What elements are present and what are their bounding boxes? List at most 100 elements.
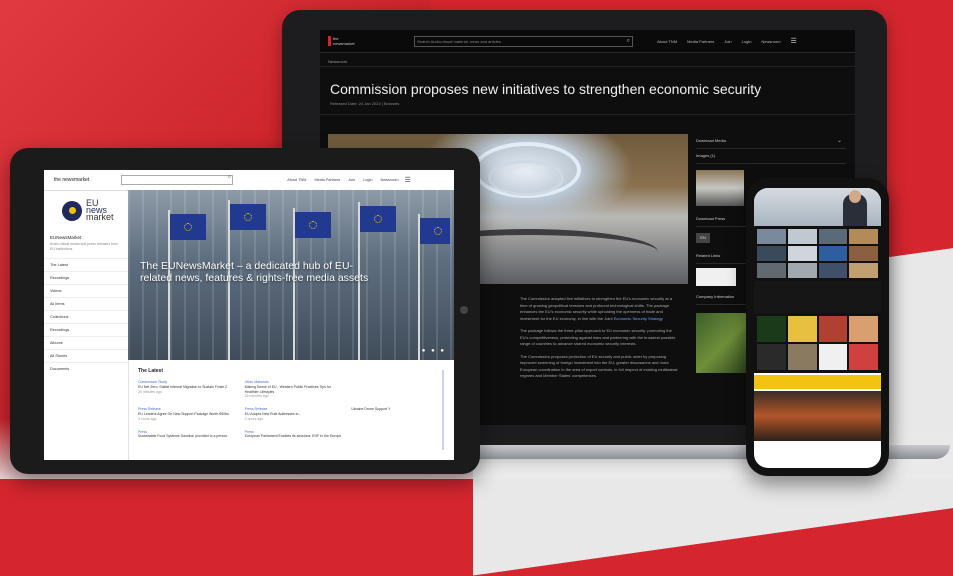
sidebar-item[interactable]: Collections — [44, 310, 128, 323]
video-thumbnail[interactable] — [818, 246, 848, 261]
nav-item-newsroom[interactable]: Newsroom — [380, 178, 398, 182]
latest-news-section: The Latest Commission Study EU Net Zero: … — [138, 368, 448, 439]
phone-video-preview[interactable] — [754, 391, 881, 441]
news-item[interactable]: Other Materials Making Sense of EU - West… — [245, 380, 342, 399]
nav-item-newsroom[interactable]: Newsroom — [761, 39, 780, 44]
story-thumbnail[interactable] — [787, 344, 817, 370]
news-item[interactable]: Press Release EU Leaders Agree On New Sup… — [138, 407, 235, 421]
phone-thumbnail-grid — [754, 226, 881, 281]
video-thumbnail[interactable] — [849, 263, 878, 278]
sidebar-item[interactable]: Albums — [44, 336, 128, 349]
phone-story-grid — [754, 313, 881, 373]
search-input[interactable]: Search Audio-visual material, news and a… — [414, 35, 633, 47]
brand-logo[interactable]: the newsmarket — [328, 36, 359, 46]
hamburger-menu-icon[interactable]: ☰ — [405, 176, 411, 184]
strategy-link[interactable]: Economic Security Strategy — [614, 316, 663, 321]
story-thumbnail[interactable] — [818, 316, 848, 342]
scrollbar[interactable] — [442, 370, 444, 450]
sidebar-item[interactable]: All Items — [44, 297, 128, 310]
sidebar-item[interactable]: The Latest — [44, 258, 128, 271]
latest-news-grid: Commission Study EU Net Zero: Stable Inte… — [138, 380, 448, 439]
sidebar-item[interactable]: All Stories — [44, 349, 128, 362]
video-thumbnail[interactable] — [757, 263, 786, 278]
top-nav: About TNM Media Partners Join Login News… — [287, 178, 398, 182]
story-thumbnail[interactable] — [849, 316, 878, 342]
nav-item-about[interactable]: About TNM — [657, 39, 677, 44]
tablet-home-button — [460, 306, 468, 314]
eu-flag-shape — [230, 204, 266, 230]
media-thumbnail[interactable] — [696, 170, 744, 206]
hero-banner[interactable]: The EUNewsMarket – a dedicated hub of EU… — [128, 190, 454, 360]
download-media-toggle[interactable]: Download Media ⌄ — [696, 134, 846, 149]
images-count[interactable]: Images (1) — [696, 149, 846, 164]
video-thumbnail[interactable] — [818, 263, 848, 278]
load-more-button[interactable] — [754, 375, 881, 389]
news-time: 3 hours ago — [244, 416, 264, 421]
nav-item-media-partners[interactable]: Media Partners — [314, 178, 340, 182]
news-item[interactable]: Ukraine Drone Support Y — [351, 407, 448, 421]
brand-logo[interactable]: the newsmarket — [54, 177, 89, 183]
carousel-dots-icon[interactable]: ● ● ● — [422, 348, 446, 354]
video-thumbnail[interactable] — [757, 229, 786, 244]
news-headline: EU Net Zero: Stable Internal Migration t… — [138, 384, 228, 389]
sidebar-item[interactable]: Recordings — [44, 271, 128, 284]
nav-item-media-partners[interactable]: Media Partners — [687, 39, 714, 44]
video-thumbnail[interactable] — [818, 229, 848, 244]
video-thumbnail[interactable] — [849, 246, 878, 261]
eu-flag-shape — [295, 212, 331, 238]
news-item[interactable]: Press Sustainable Food Systems Sanction p… — [138, 430, 235, 440]
eu-flag-shape — [170, 214, 206, 240]
nav-item-about[interactable]: About TNM — [287, 178, 306, 182]
news-headline: Making Sense of EU - Western Public Prac… — [244, 384, 331, 394]
search-icon[interactable]: ⌕ — [627, 37, 630, 46]
nav-item-login[interactable]: Login — [742, 39, 752, 44]
article-body: The Commission adopted five initiatives … — [520, 292, 680, 386]
news-time: 3 hours ago — [138, 416, 157, 421]
video-thumbnail[interactable] — [849, 229, 878, 244]
news-time: 25 minutes ago — [138, 389, 162, 394]
search-icon[interactable]: ⌕ — [228, 174, 231, 181]
sidebar-subtitle: Audio-visual media and press releases fr… — [50, 242, 119, 251]
news-item[interactable]: Press European Parliament Enables its ses… — [245, 430, 342, 440]
download-media-label: Download Media — [696, 138, 726, 143]
sidebar-title: EUNewsMarket — [50, 235, 82, 240]
nav-item-login[interactable]: Login — [363, 178, 372, 182]
nav-item-join[interactable]: Join — [724, 39, 731, 44]
eu-logo-wordmark: EU news market — [86, 199, 114, 222]
video-thumbnail[interactable] — [787, 229, 817, 244]
tablet-device: the newsmarket ⌕ About TNM Media Partner… — [10, 148, 480, 474]
article-paragraph-3: The Commission proposes protection of EU… — [520, 353, 678, 379]
story-thumbnail[interactable] — [849, 344, 878, 370]
sidebar-item[interactable]: Documents — [44, 362, 128, 375]
news-headline: EU Adopts New Rule Addresses in... — [244, 411, 302, 416]
nav-item-join[interactable]: Join — [348, 178, 355, 182]
article-title: Commission proposes new initiatives to s… — [330, 81, 762, 97]
story-thumbnail[interactable] — [757, 344, 786, 370]
video-thumbnail[interactable] — [787, 263, 817, 278]
tablet-sidebar: EU news market EUNewsMarket Audio-visual… — [44, 190, 129, 460]
person-figure-shape — [843, 190, 867, 226]
laptop-site-header: the newsmarket Search Audio-visual mater… — [320, 30, 855, 53]
news-item[interactable] — [351, 430, 448, 440]
news-item[interactable] — [351, 380, 448, 399]
phone-hero-image[interactable] — [754, 188, 881, 226]
sidebar-item[interactable]: Recordings — [44, 323, 128, 336]
news-headline: EU Leaders Agree On New Support Package … — [138, 411, 229, 416]
news-time: 25 minutes ago — [244, 394, 269, 399]
news-item[interactable]: Commission Study EU Net Zero: Stable Inte… — [138, 380, 235, 399]
search-input[interactable]: ⌕ — [121, 174, 234, 185]
hamburger-menu-icon[interactable]: ☰ — [791, 37, 797, 45]
video-thumbnail[interactable] — [787, 246, 817, 261]
eu-flag-shape — [420, 218, 450, 244]
eu-newsmarket-logo[interactable]: EU news market — [62, 199, 128, 222]
related-link-card[interactable] — [696, 268, 736, 286]
story-thumbnail[interactable] — [787, 316, 817, 342]
news-headline: European Parliament Enables its sessions… — [244, 434, 342, 439]
story-thumbnail[interactable] — [757, 316, 786, 342]
sidebar-item[interactable]: Videos — [44, 284, 128, 297]
video-thumbnail[interactable] — [757, 246, 786, 261]
story-thumbnail[interactable] — [818, 344, 848, 370]
file-download-button[interactable]: EN — [696, 233, 710, 243]
breadcrumb[interactable]: Newsroom — [320, 53, 855, 67]
news-item[interactable]: Press Release EU Adopts New Rule Addresse… — [245, 407, 342, 421]
